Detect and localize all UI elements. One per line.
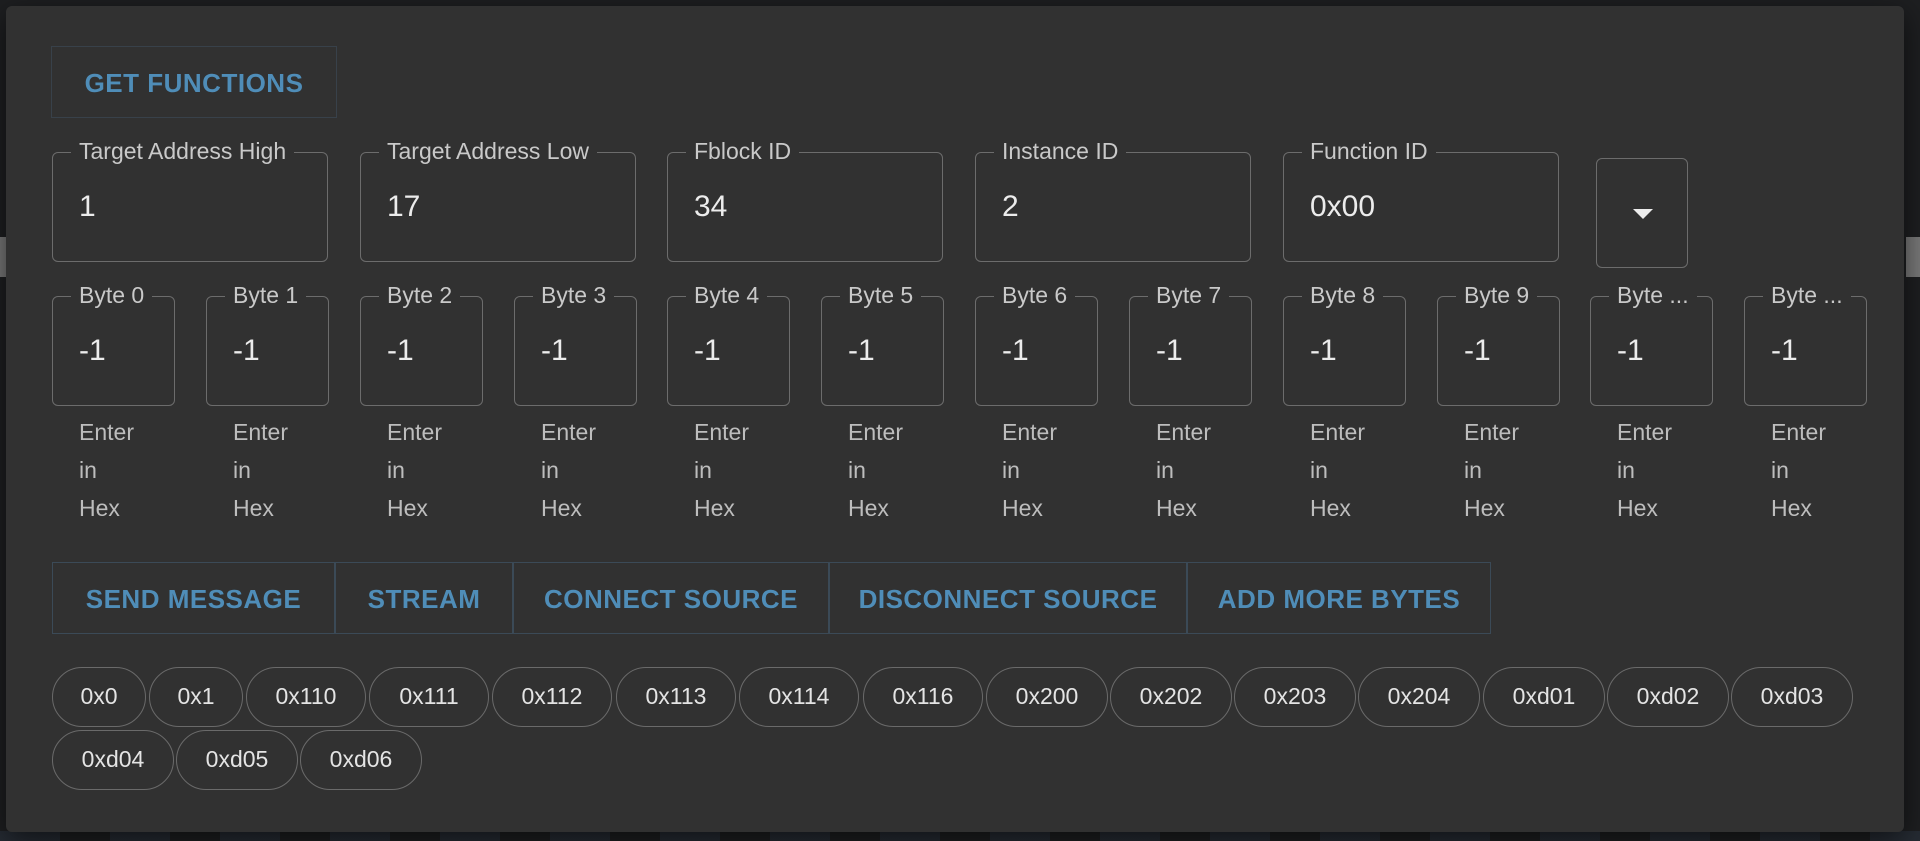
byte-value: -1 xyxy=(694,334,721,367)
get-functions-button[interactable]: GET FUNCTIONS xyxy=(51,46,337,118)
byte-value: -1 xyxy=(1310,334,1337,367)
byte-9-field[interactable]: Byte 9 -1 xyxy=(1437,281,1560,406)
byte-label: Byte 3 xyxy=(533,281,615,309)
byte-label: Byte 8 xyxy=(1302,281,1384,309)
byte-value: -1 xyxy=(387,334,414,367)
byte-label: Byte 9 xyxy=(1456,281,1538,309)
disconnect-source-button[interactable]: DISCONNECT SOURCE xyxy=(829,562,1187,634)
target-address-low-field[interactable]: Target Address Low 17 xyxy=(360,137,636,262)
message-dialog: GET FUNCTIONS Target Address High 1 Targ… xyxy=(6,6,1904,832)
byte-0-field[interactable]: Byte 0 -1 xyxy=(52,281,175,406)
function-chip[interactable]: 0x114 xyxy=(739,667,859,727)
field-label: Function ID xyxy=(1302,137,1436,165)
function-chip[interactable]: 0xd01 xyxy=(1483,667,1605,727)
byte-value: -1 xyxy=(848,334,875,367)
byte-value: -1 xyxy=(1617,334,1644,367)
byte-value: -1 xyxy=(233,334,260,367)
function-id-field[interactable]: Function ID 0x00 xyxy=(1283,137,1559,262)
byte-8-field[interactable]: Byte 8 -1 xyxy=(1283,281,1406,406)
function-chip[interactable]: 0x202 xyxy=(1110,667,1232,727)
byte-4-field[interactable]: Byte 4 -1 xyxy=(667,281,790,406)
byte-label: Byte 0 xyxy=(71,281,153,309)
byte-helper-text: Enter in Hex xyxy=(541,419,596,521)
scroll-edge-right xyxy=(1906,237,1920,277)
byte-11-field[interactable]: Byte ... -1 xyxy=(1744,281,1867,406)
byte-5-field[interactable]: Byte 5 -1 xyxy=(821,281,944,406)
byte-helper-text: Enter in Hex xyxy=(1310,419,1365,521)
field-value: 0x00 xyxy=(1310,190,1376,223)
function-chip[interactable]: 0xd04 xyxy=(52,730,174,790)
function-chip[interactable]: 0x203 xyxy=(1234,667,1356,727)
byte-helper-text: Enter in Hex xyxy=(694,419,749,521)
field-label: Target Address Low xyxy=(379,137,598,165)
byte-helper-text: Enter in Hex xyxy=(1771,419,1826,521)
function-chip[interactable]: 0x200 xyxy=(986,667,1108,727)
byte-helper-text: Enter in Hex xyxy=(387,419,442,521)
function-chip[interactable]: 0x110 xyxy=(246,667,366,727)
byte-label: Byte 4 xyxy=(686,281,768,309)
byte-label: Byte 7 xyxy=(1148,281,1230,309)
byte-label: Byte 6 xyxy=(994,281,1076,309)
byte-label: Byte 5 xyxy=(840,281,922,309)
byte-value: -1 xyxy=(1771,334,1798,367)
byte-label: Byte 1 xyxy=(225,281,307,309)
byte-6-field[interactable]: Byte 6 -1 xyxy=(975,281,1098,406)
byte-1-field[interactable]: Byte 1 -1 xyxy=(206,281,329,406)
stream-button[interactable]: STREAM xyxy=(335,562,513,634)
byte-value: -1 xyxy=(1156,334,1183,367)
byte-value: -1 xyxy=(79,334,106,367)
field-label: Instance ID xyxy=(994,137,1127,165)
function-chip[interactable]: 0xd05 xyxy=(176,730,298,790)
field-value: 34 xyxy=(694,190,728,223)
byte-label: Byte ... xyxy=(1763,281,1851,309)
byte-helper-text: Enter in Hex xyxy=(1002,419,1057,521)
byte-label: Byte ... xyxy=(1609,281,1697,309)
background-content xyxy=(0,831,1920,841)
add-more-bytes-button[interactable]: ADD MORE BYTES xyxy=(1187,562,1491,634)
byte-helper-text: Enter in Hex xyxy=(1617,419,1672,521)
function-dropdown-button[interactable] xyxy=(1596,158,1688,268)
byte-value: -1 xyxy=(541,334,568,367)
byte-helper-text: Enter in Hex xyxy=(1156,419,1211,521)
field-label: Fblock ID xyxy=(686,137,800,165)
field-value: 17 xyxy=(387,190,421,223)
field-label: Target Address High xyxy=(71,137,295,165)
byte-7-field[interactable]: Byte 7 -1 xyxy=(1129,281,1252,406)
chevron-down-icon xyxy=(1633,209,1653,219)
fblock-id-field[interactable]: Fblock ID 34 xyxy=(667,137,943,262)
function-chip[interactable]: 0x204 xyxy=(1358,667,1480,727)
function-chip[interactable]: 0x113 xyxy=(616,667,736,727)
byte-helper-text: Enter in Hex xyxy=(1464,419,1519,521)
connect-source-button[interactable]: CONNECT SOURCE xyxy=(513,562,829,634)
byte-helper-text: Enter in Hex xyxy=(848,419,903,521)
byte-helper-text: Enter in Hex xyxy=(79,419,134,521)
function-chip[interactable]: 0x112 xyxy=(492,667,612,727)
byte-10-field[interactable]: Byte ... -1 xyxy=(1590,281,1713,406)
function-chip[interactable]: 0xd02 xyxy=(1607,667,1729,727)
field-value: 1 xyxy=(79,190,96,223)
field-value: 2 xyxy=(1002,190,1019,223)
byte-label: Byte 2 xyxy=(379,281,461,309)
send-message-button[interactable]: SEND MESSAGE xyxy=(52,562,335,634)
function-chip[interactable]: 0xd03 xyxy=(1731,667,1853,727)
instance-id-field[interactable]: Instance ID 2 xyxy=(975,137,1251,262)
byte-helper-text: Enter in Hex xyxy=(233,419,288,521)
target-address-high-field[interactable]: Target Address High 1 xyxy=(52,137,328,262)
byte-value: -1 xyxy=(1002,334,1029,367)
function-chip[interactable]: 0x0 xyxy=(52,667,146,727)
function-chip[interactable]: 0x111 xyxy=(369,667,489,727)
byte-2-field[interactable]: Byte 2 -1 xyxy=(360,281,483,406)
function-chip[interactable]: 0xd06 xyxy=(300,730,422,790)
byte-3-field[interactable]: Byte 3 -1 xyxy=(514,281,637,406)
byte-value: -1 xyxy=(1464,334,1491,367)
function-chip[interactable]: 0x116 xyxy=(863,667,983,727)
function-chip[interactable]: 0x1 xyxy=(149,667,243,727)
